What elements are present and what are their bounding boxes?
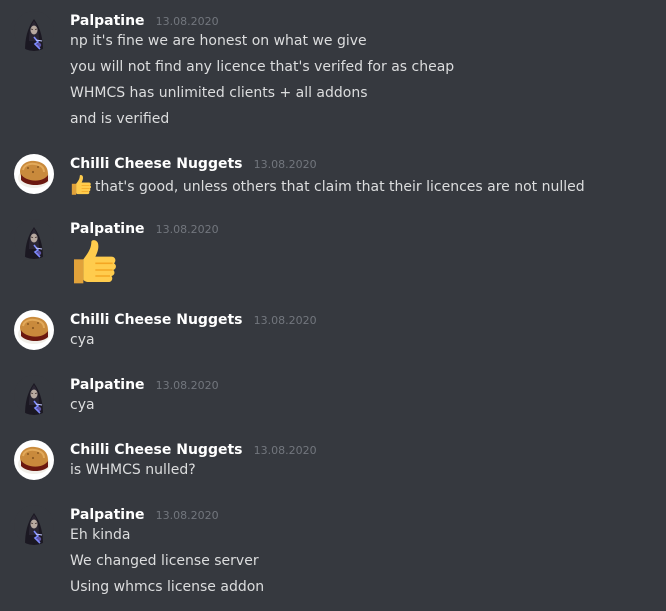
timestamp: 13.08.2020: [253, 314, 317, 327]
message-text: that's good, unless others that claim th…: [95, 179, 585, 195]
timestamp: 13.08.2020: [253, 158, 317, 171]
thumbs-up-emoji-icon: [70, 174, 92, 196]
username[interactable]: Palpatine: [70, 377, 145, 393]
message-text: Using whmcs license addon: [70, 579, 265, 595]
username[interactable]: Palpatine: [70, 507, 145, 523]
username[interactable]: Palpatine: [70, 221, 145, 237]
nugget-avatar-icon[interactable]: [14, 440, 54, 480]
timestamp: 13.08.2020: [155, 379, 219, 392]
username[interactable]: Chilli Cheese Nuggets: [70, 156, 243, 172]
timestamp: 13.08.2020: [155, 509, 219, 522]
message-text: np it's fine we are honest on what we gi…: [70, 33, 367, 49]
message-header: Chilli Cheese Nuggets 13.08.2020: [70, 153, 317, 173]
message-text: WHMCS has unlimited clients + all addons: [70, 85, 368, 101]
timestamp: 13.08.2020: [155, 223, 219, 236]
message-text-row: that's good, unless others that claim th…: [70, 174, 585, 197]
palpatine-avatar-icon[interactable]: [14, 375, 54, 415]
message-header: Chilli Cheese Nuggets 13.08.2020: [70, 439, 317, 459]
message-header: Palpatine 13.08.2020: [70, 374, 219, 394]
timestamp: 13.08.2020: [155, 15, 219, 28]
palpatine-avatar-icon[interactable]: [14, 219, 54, 259]
palpatine-avatar-icon[interactable]: [14, 11, 54, 51]
nugget-avatar-icon[interactable]: [14, 310, 54, 350]
message-text: We changed license server: [70, 553, 259, 569]
timestamp: 13.08.2020: [253, 444, 317, 457]
chat-messages: Palpatine 13.08.2020 np it's fine we are…: [0, 0, 666, 611]
message-header: Palpatine 13.08.2020: [70, 10, 219, 30]
thumbs-up-emoji-icon[interactable]: [70, 238, 118, 286]
username[interactable]: Palpatine: [70, 13, 145, 29]
nugget-avatar-icon[interactable]: [14, 154, 54, 194]
message-text: cya: [70, 397, 95, 413]
username[interactable]: Chilli Cheese Nuggets: [70, 442, 243, 458]
palpatine-avatar-icon[interactable]: [14, 505, 54, 545]
message-header: Palpatine 13.08.2020: [70, 218, 219, 238]
username[interactable]: Chilli Cheese Nuggets: [70, 312, 243, 328]
message-text: Eh kinda: [70, 527, 131, 543]
message-text: and is verified: [70, 111, 170, 127]
message-text: is WHMCS nulled?: [70, 462, 196, 478]
message-text: cya: [70, 332, 95, 348]
message-header: Chilli Cheese Nuggets 13.08.2020: [70, 309, 317, 329]
message-text: you will not find any licence that's ver…: [70, 59, 455, 75]
message-header: Palpatine 13.08.2020: [70, 504, 219, 524]
